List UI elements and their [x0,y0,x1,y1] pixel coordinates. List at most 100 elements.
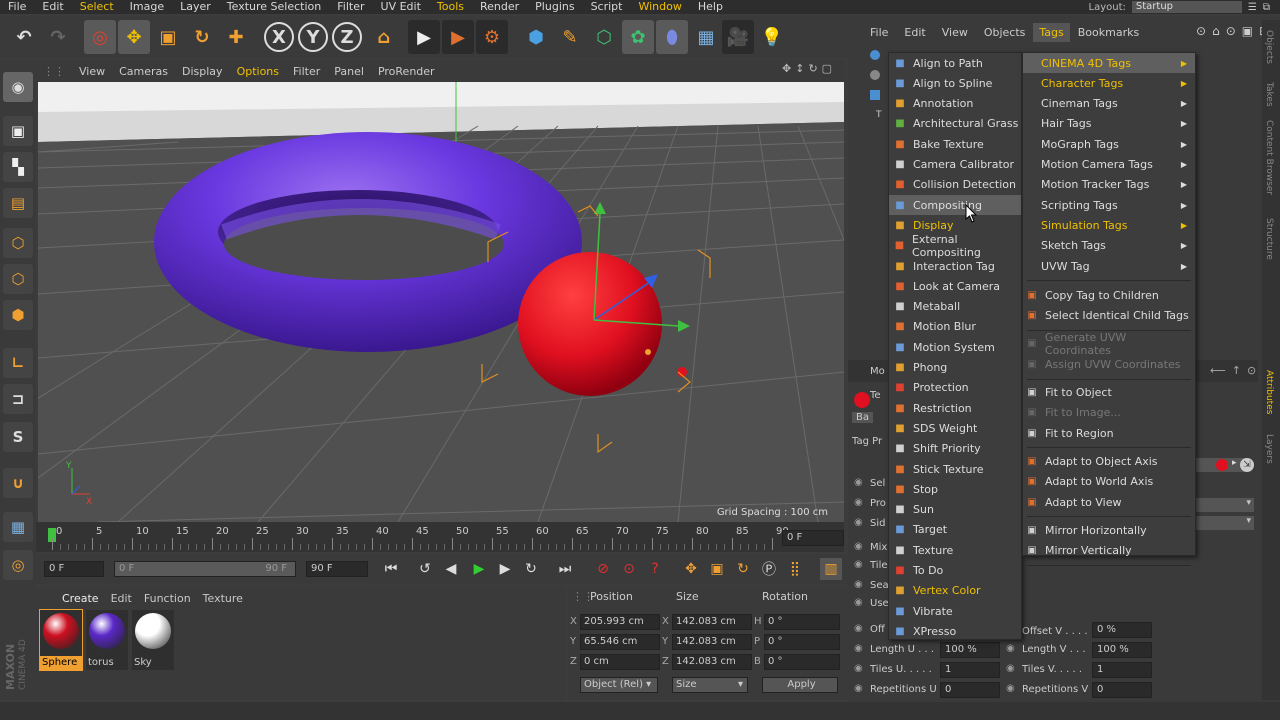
menu-filter[interactable]: Filter [329,0,372,14]
go-to-start-icon[interactable]: ⏮ [380,558,402,580]
floor-icon[interactable]: ▦ [690,20,722,54]
material-sky[interactable]: Sky [132,610,174,670]
attr-field[interactable]: 0 [1092,682,1152,698]
workplane-grid-icon[interactable]: ▦ [3,512,33,542]
rotation-p-field[interactable]: 0 ° [764,634,840,650]
tag-item-vibrate[interactable]: ■ Vibrate [889,601,1021,621]
end-frame-field[interactable]: 90 F [306,561,368,577]
points-mode-icon[interactable]: ⬡ [3,228,33,258]
submenu-adapt-to-object-axis[interactable]: ▣ Adapt to Object Axis [1023,451,1195,471]
dolly-icon[interactable]: ↕ [795,62,804,75]
tag-item-stick-texture[interactable]: ■ Stick Texture [889,459,1021,479]
filter-icon[interactable]: ⊙ [1226,24,1236,38]
radio-icon[interactable]: ◉ [854,579,863,590]
redo-icon[interactable]: ↷ [42,20,74,54]
menu-render[interactable]: Render [472,0,527,14]
rotation-key-icon[interactable]: ↻ [732,558,754,580]
tag-item-look-at-camera[interactable]: ■ Look at Camera [889,276,1021,296]
tab-content-browser[interactable]: Content Browser [1264,120,1274,195]
attr-field[interactable]: 100 % [1092,642,1152,658]
attr-field[interactable]: 1 [1092,662,1152,678]
pick-icon[interactable]: ⇲ [1240,458,1254,472]
menu-window[interactable]: Window [630,0,689,14]
tag-item-bake-texture[interactable]: ■ Bake Texture [889,134,1021,154]
lock-icon[interactable]: ▣ [1242,24,1253,38]
size-mode-dropdown[interactable]: Size ▾ [672,677,748,693]
attr-field[interactable]: 1 [940,662,1000,678]
next-key-icon[interactable]: ↻ [520,558,542,580]
tag-item-stop[interactable]: ■ Stop [889,479,1021,499]
tag-item-external-compositing[interactable]: ■ External Compositing [889,233,1021,259]
submenu-mirror-horizontally[interactable]: ▣ Mirror Horizontally [1023,520,1195,540]
submenu-sketch-tags[interactable]: Sketch Tags ▶ [1023,236,1195,256]
scale-key-icon[interactable]: ▣ [706,558,728,580]
projection-dropdown[interactable]: ▾ [1196,498,1254,512]
attr-field[interactable]: 0 [940,682,1000,698]
tag-item-xpresso[interactable]: ■ XPresso [889,621,1021,641]
submenu-mirror-vertically[interactable]: ▣ Mirror Vertically [1023,541,1195,561]
texture-mode-icon[interactable]: ▚ [3,152,33,182]
menu-script[interactable]: Script [583,0,631,14]
undo-icon[interactable]: ↶ [8,20,40,54]
radio-icon[interactable]: ◉ [854,517,863,528]
up-icon[interactable]: ↑ [1232,364,1241,377]
lock-workplane-icon[interactable]: ◎ [3,550,33,580]
tab-layers[interactable]: Layers [1264,434,1274,464]
render-picture-viewer-icon[interactable]: ▶ [442,20,474,54]
tab-objects[interactable]: Objects [1264,30,1274,64]
make-editable-icon[interactable]: ◉ [3,72,33,102]
radio-icon[interactable]: ◉ [854,623,863,634]
edges-mode-icon[interactable]: ⬡ [3,264,33,294]
viewport-menu-display[interactable]: Display [175,65,230,78]
polygons-mode-icon[interactable]: ⬢ [3,300,33,330]
coord-mode-dropdown[interactable]: Object (Rel) ▾ [580,677,658,693]
current-frame-field[interactable]: 0 F [782,530,844,546]
tag-item-camera-calibrator[interactable]: ■ Camera Calibrator [889,155,1021,175]
tag-item-architectural-grass[interactable]: ■ Architectural Grass [889,114,1021,134]
keyframe-selection-icon[interactable]: ? [644,558,666,580]
viewport-menu-panel[interactable]: Panel [327,65,371,78]
submenu-cineman-tags[interactable]: Cineman Tags ▶ [1023,94,1195,114]
size-y-field[interactable]: 142.083 cm [672,634,752,650]
tab-structure[interactable]: Structure [1264,218,1274,260]
submenu-simulation-tags[interactable]: Simulation Tags ▶ [1023,215,1195,235]
material-menu-function[interactable]: Function [138,592,197,605]
tag-item-sds-weight[interactable]: ■ SDS Weight [889,418,1021,438]
radio-icon[interactable]: ◉ [854,663,863,674]
submenu-fit-to-object[interactable]: ▣ Fit to Object [1023,383,1195,403]
material-menu-texture[interactable]: Texture [197,592,249,605]
move-icon[interactable]: ✥ [118,20,150,54]
snap-icon[interactable]: S [3,422,33,452]
pan-icon[interactable]: ✥ [782,62,791,75]
tag-item-target[interactable]: ■ Target [889,520,1021,540]
magnet-icon[interactable]: ∪ [3,468,33,498]
tweak-mode-icon[interactable]: ⊐ [3,384,33,414]
menu-image[interactable]: Image [122,0,172,14]
tag-item-collision-detection[interactable]: ■ Collision Detection [889,175,1021,195]
position-key-icon[interactable]: ✥ [680,558,702,580]
y-axis-icon[interactable]: Y [298,22,328,52]
tag-item-to-do[interactable]: ■ To Do [889,561,1021,581]
timeline[interactable]: 051015202530354045505560657075808590 0 F [36,522,844,552]
menu-texture-selection[interactable]: Texture Selection [219,0,329,14]
cloner-icon[interactable]: ✿ [622,20,654,54]
objects-menu-view[interactable]: View [934,26,976,39]
tag-item-align-to-spline[interactable]: ■ Align to Spline [889,73,1021,93]
position-x-field[interactable]: 205.993 cm [580,614,660,630]
autokey-icon[interactable]: ⊙ [618,558,640,580]
size-z-field[interactable]: 142.083 cm [672,654,752,670]
menu-plugins[interactable]: Plugins [527,0,582,14]
viewport-menu-prorender[interactable]: ProRender [371,65,442,78]
x-axis-icon[interactable]: X [264,22,294,52]
tag-item-vertex-color[interactable]: ■ Vertex Color [889,581,1021,601]
menu-edit[interactable]: Edit [34,0,71,14]
material-menu-edit[interactable]: Edit [105,592,138,605]
side-dropdown[interactable]: ▾ [1196,516,1254,530]
menu-help[interactable]: Help [690,0,731,14]
camera-icon[interactable]: 🎥 [722,20,754,54]
objects-menu-objects[interactable]: Objects [976,26,1034,39]
submenu-cinema-4d-tags[interactable]: CINEMA 4D Tags ▶ [1023,53,1195,73]
submenu-uvw-tag[interactable]: UVW Tag ▶ [1023,256,1195,276]
objects-menu-file[interactable]: File [862,26,896,39]
submenu-scripting-tags[interactable]: Scripting Tags ▶ [1023,195,1195,215]
